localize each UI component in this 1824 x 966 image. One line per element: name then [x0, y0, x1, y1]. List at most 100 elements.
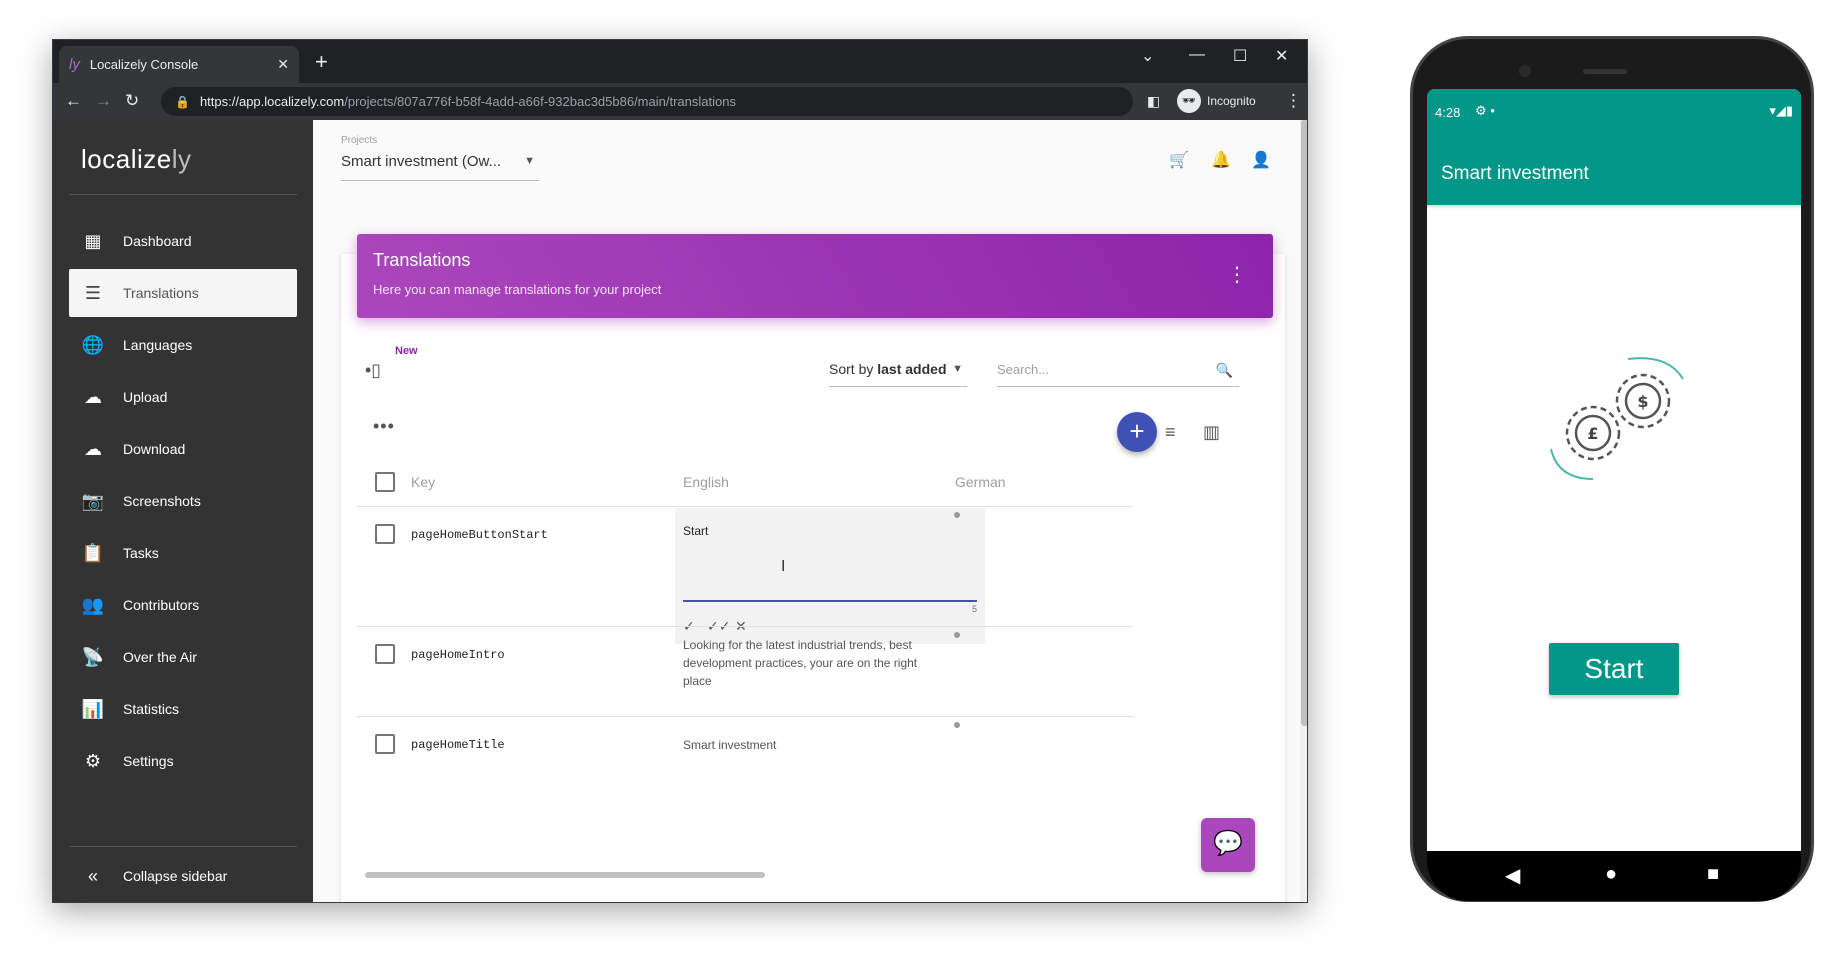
status-dot	[954, 512, 960, 518]
tab-title: Localizely Console	[89, 57, 199, 72]
editor-underline	[683, 600, 977, 602]
sidebar-item-languages[interactable]: 🌐 Languages	[69, 321, 297, 369]
search-input[interactable]	[997, 362, 1207, 377]
start-button[interactable]: Start	[1549, 643, 1679, 695]
sidebar-item-settings[interactable]: ⚙ Settings	[69, 737, 297, 785]
recents-square-icon[interactable]: ■	[1707, 863, 1719, 886]
localizely-app: localizely ▦ Dashboard ☰ Translations 🌐 …	[53, 120, 1307, 902]
translation-key[interactable]: pageHomeButtonStart	[411, 528, 548, 542]
sidebar-item-tasks[interactable]: 📋 Tasks	[69, 529, 297, 577]
project-select[interactable]: Smart investment (Ow... ▼	[341, 153, 539, 181]
projects-label: Projects	[341, 135, 378, 146]
project-name: Smart investment (Ow...	[341, 153, 502, 170]
vertical-scrollbar[interactable]	[1300, 120, 1307, 902]
translation-value[interactable]: Smart investment	[683, 736, 776, 754]
translation-key[interactable]: pageHomeTitle	[411, 738, 505, 752]
row-checkbox[interactable]	[375, 734, 395, 754]
back-icon[interactable]: ←	[65, 91, 82, 111]
status-time: 4:28	[1435, 105, 1461, 120]
scrollbar-thumb[interactable]	[1301, 120, 1307, 726]
maximize-icon[interactable]: ☐	[1233, 46, 1247, 66]
sidebar-item-contributors[interactable]: 👥 Contributors	[69, 581, 297, 629]
text-cursor-icon: I	[781, 558, 786, 575]
chevron-down-icon: ▼	[952, 363, 963, 375]
incognito-badge[interactable]: 🕶 Incognito	[1177, 89, 1256, 113]
filter-icon[interactable]: ≡	[1165, 422, 1176, 443]
lock-icon: 🔒	[175, 94, 190, 109]
bell-icon[interactable]: 🔔	[1211, 150, 1231, 170]
chat-bubble-icon: 💬	[1213, 830, 1243, 857]
row-checkbox[interactable]	[375, 524, 395, 544]
side-panel-icon[interactable]: ◧	[1147, 93, 1160, 110]
phone-speaker	[1583, 69, 1627, 74]
gear-icon: ⚙	[84, 750, 102, 771]
add-translation-button[interactable]: +	[1117, 412, 1157, 452]
browser-menu-icon[interactable]: ⋮	[1285, 91, 1302, 111]
close-tab-icon[interactable]: ✕	[277, 56, 289, 73]
sidebar-item-dashboard[interactable]: ▦ Dashboard	[69, 217, 297, 265]
chat-button[interactable]: 💬	[1201, 818, 1255, 872]
status-dot	[954, 722, 960, 728]
camera-lens	[1519, 65, 1531, 77]
search-field[interactable]: 🔍	[997, 361, 1239, 387]
page-subtitle: Here you can manage translations for you…	[373, 282, 662, 297]
android-nav-bar: ◀ ● ■	[1427, 851, 1801, 901]
cloud-upload-icon: ☁	[84, 386, 102, 407]
new-tab-icon[interactable]: +	[315, 49, 328, 75]
translation-value[interactable]: Looking for the latest industrial trends…	[683, 636, 919, 690]
cart-icon[interactable]: 🛒	[1169, 150, 1189, 170]
translation-key[interactable]: pageHomeIntro	[411, 648, 505, 662]
horizontal-scrollbar[interactable]	[365, 872, 765, 878]
status-bar: 4:28 ⚙ • ▾◢▮	[1427, 89, 1801, 145]
sidebar-divider	[69, 194, 297, 195]
char-count: 5	[971, 604, 977, 614]
tab-search-icon[interactable]: ⌄	[1141, 46, 1154, 66]
device-screenshot-icon[interactable]: •▯	[365, 360, 381, 381]
status-dot	[954, 632, 960, 638]
bar-chart-icon: 📊	[81, 698, 105, 719]
browser-window: ly Localizely Console ✕ + ⌄ — ☐ ✕ ← → ↻ …	[52, 39, 1308, 903]
camera-icon: 📷	[81, 490, 105, 511]
row-checkbox[interactable]	[375, 644, 395, 664]
close-window-icon[interactable]: ✕	[1275, 46, 1288, 66]
clipboard-icon: 📋	[81, 542, 105, 563]
main-content: Projects Smart investment (Ow... ▼ 🛒 🔔 👤…	[313, 120, 1307, 902]
column-header-german: German	[955, 474, 1006, 490]
more-horiz-icon[interactable]: •••	[373, 416, 395, 437]
back-triangle-icon[interactable]: ◀	[1505, 863, 1520, 888]
app-bar-shadow	[1427, 205, 1801, 209]
incognito-icon: 🕶	[1177, 89, 1201, 113]
incognito-label: Incognito	[1207, 94, 1256, 108]
sort-select[interactable]: Sort by last added ▼	[829, 361, 967, 387]
column-header-english: English	[683, 474, 729, 490]
select-all-checkbox[interactable]	[375, 472, 395, 492]
collapse-sidebar-button[interactable]: « Collapse sidebar	[69, 852, 297, 900]
editor-text[interactable]: Start	[683, 524, 708, 538]
address-bar: ← → ↻ 🔒 https://app.localizely.com/proje…	[53, 83, 1307, 120]
translations-icon: ☰	[84, 282, 102, 303]
sidebar-item-over-the-air[interactable]: 📡 Over the Air	[69, 633, 297, 681]
sidebar-item-download[interactable]: ☁ Download	[69, 425, 297, 473]
minimize-icon[interactable]: —	[1189, 46, 1205, 64]
translations-banner: Translations Here you can manage transla…	[357, 234, 1273, 318]
reload-icon[interactable]: ↻	[125, 91, 139, 111]
home-circle-icon[interactable]: ●	[1605, 863, 1617, 886]
more-vert-icon[interactable]: ⋮	[1227, 262, 1247, 287]
sidebar-item-screenshots[interactable]: 📷 Screenshots	[69, 477, 297, 525]
dashboard-icon: ▦	[84, 230, 102, 251]
forward-icon[interactable]: →	[95, 91, 112, 111]
browser-tab[interactable]: ly Localizely Console ✕	[59, 46, 299, 83]
row-divider	[357, 716, 1133, 717]
search-icon[interactable]: 🔍	[1216, 362, 1233, 379]
account-icon[interactable]: 👤	[1251, 150, 1271, 170]
sidebar-item-statistics[interactable]: 📊 Statistics	[69, 685, 297, 733]
sidebar-item-upload[interactable]: ☁ Upload	[69, 373, 297, 421]
gears-money-illustration: $ £	[1550, 357, 1684, 480]
phone-screen: 4:28 ⚙ • ▾◢▮ Smart investment $ £ Start	[1427, 89, 1801, 851]
sidebar-divider	[69, 846, 297, 847]
sidebar-item-translations[interactable]: ☰ Translations	[69, 269, 297, 317]
translation-editor[interactable]: Start I 5 ✓ ✓✓ ✕	[675, 508, 985, 644]
columns-icon[interactable]: ▥	[1203, 422, 1220, 443]
url-input[interactable]: 🔒 https://app.localizely.com/projects/80…	[161, 87, 1133, 116]
localizely-logo[interactable]: localizely	[81, 144, 192, 175]
